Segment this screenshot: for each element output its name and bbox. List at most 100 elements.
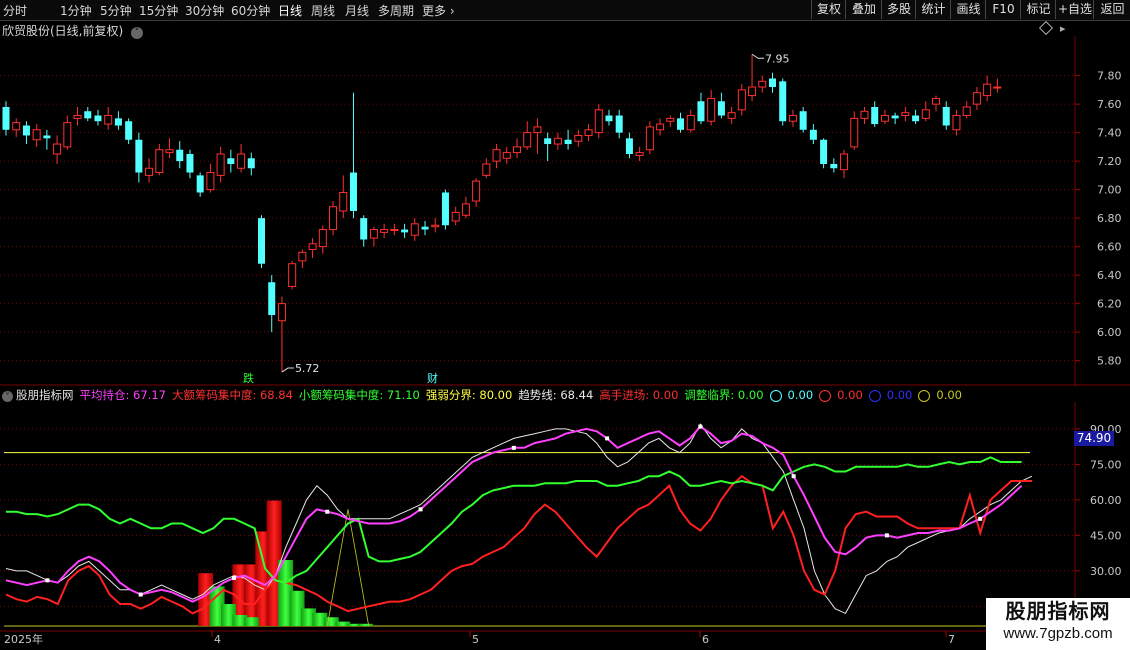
toolbar-button-1[interactable]: 叠加 — [845, 0, 882, 19]
candle-body-up — [513, 146, 521, 154]
toolbar-button-3[interactable]: 统计 — [915, 0, 951, 19]
ind-tick-label: 60.00 — [1090, 494, 1122, 507]
scroll-arrow-icon[interactable]: ▸ — [1060, 22, 1066, 35]
month-label: 4 — [214, 633, 221, 646]
period-tab-7[interactable]: 周线 — [311, 2, 335, 19]
period-tab-8[interactable]: 月线 — [345, 2, 369, 19]
candle-body-up — [145, 167, 154, 176]
candle-body-up — [277, 303, 286, 322]
ind-tick-label: 45.00 — [1090, 529, 1122, 542]
candle-body-up — [451, 211, 460, 222]
series-circle-icon — [918, 389, 931, 402]
candle-body-down — [779, 81, 787, 122]
candle-body-up — [104, 115, 113, 125]
candle-body-down — [769, 78, 776, 88]
candle-body-up — [390, 229, 399, 232]
candle-body-down — [84, 111, 92, 119]
period-tab-1[interactable]: 1分钟 — [60, 2, 92, 19]
month-label: 7 — [948, 633, 955, 646]
toolbar-button-6[interactable]: 标记 — [1020, 0, 1056, 19]
price-tick-label: 6.20 — [1097, 298, 1122, 311]
current-value-tag: 74.90 — [1074, 431, 1114, 446]
period-tab-3[interactable]: 15分钟 — [139, 2, 178, 19]
period-tab-2[interactable]: 5分钟 — [100, 2, 132, 19]
candle-body-down — [349, 172, 357, 211]
candle-body-up — [63, 122, 72, 148]
period-tab-4[interactable]: 30分钟 — [185, 2, 224, 19]
month-label: 6 — [702, 633, 709, 646]
candle-body-down — [871, 106, 879, 125]
toolbar-button-0[interactable]: 复权 — [811, 0, 846, 19]
low-price-label: 5.72 — [295, 362, 320, 375]
toolbar-button-5[interactable]: F10 — [985, 0, 1021, 19]
candle-body-up — [635, 152, 644, 156]
avg-marker — [138, 592, 143, 597]
period-tab-0[interactable]: 分时 — [3, 2, 27, 19]
period-toolbar: 分时 1分钟 5分钟 15分钟 30分钟 60分钟 日线 周线 月线 多周期 更多 › 复权 叠加 多股… — [0, 0, 1130, 21]
candle-body-up — [840, 153, 849, 171]
price-tick-label: 7.60 — [1097, 98, 1122, 111]
candle-body-up — [645, 126, 654, 151]
candle-body-down — [809, 129, 817, 140]
candle-body-up — [880, 115, 889, 122]
candle-body-up — [206, 172, 215, 191]
indicator-name[interactable]: 股朋指标网 — [16, 388, 74, 402]
toolbar-button-2[interactable]: 多股 — [881, 0, 916, 19]
candle-body-down — [625, 138, 633, 154]
price-tick-label: 6.60 — [1097, 241, 1122, 254]
signal-label-die: 跌 — [243, 371, 254, 385]
candle-body-down — [186, 154, 194, 173]
candle-body-up — [12, 122, 21, 131]
candle-body-up — [788, 115, 797, 122]
candle-body-down — [196, 175, 204, 193]
adjust-bar — [358, 623, 374, 626]
month-label: 5 — [472, 633, 479, 646]
avg-marker — [511, 445, 516, 450]
period-tab-10[interactable]: 更多 › — [422, 2, 455, 19]
candle-body-up — [308, 243, 317, 250]
candle-body-up — [53, 143, 62, 155]
candle-body-down — [360, 218, 368, 240]
candle-body-up — [472, 180, 481, 202]
candle-body-up — [962, 106, 971, 117]
candle-body-down — [891, 115, 899, 119]
candle-body-down — [820, 139, 828, 164]
candle-body-down — [605, 115, 613, 122]
toolbar-button-7[interactable]: +自选 — [1055, 0, 1094, 19]
year-label: 2025年 — [4, 632, 43, 646]
diamond-icon[interactable] — [1038, 20, 1054, 36]
candle-body-down — [94, 115, 102, 122]
period-tab-9[interactable]: 多周期 — [378, 2, 414, 19]
candle-body-down — [135, 139, 143, 173]
adjust-bar — [243, 617, 259, 626]
price-tick-label: 5.80 — [1097, 355, 1122, 368]
high-price-label: 7.95 — [765, 52, 790, 65]
candle-body-up — [972, 92, 981, 105]
toolbar-button-8[interactable]: 返回 — [1093, 0, 1130, 19]
gear-icon[interactable]: ˅ — [2, 391, 13, 402]
indicator-value-8: 0.00 — [819, 388, 863, 402]
indicator-chart[interactable]: 90.0075.0060.0045.0030.0015.002025年4567 — [0, 402, 1130, 650]
candle-body-up — [73, 115, 82, 119]
candle-body-up — [574, 134, 583, 142]
toolbar-button-4[interactable]: 画线 — [950, 0, 986, 19]
candle-body-down — [268, 282, 276, 316]
avg-marker — [978, 516, 983, 521]
price-tick-label: 6.80 — [1097, 212, 1122, 225]
candle-body-up — [748, 86, 757, 97]
candle-body-up — [502, 152, 511, 159]
candle-body-down — [401, 229, 409, 233]
period-tab-6[interactable]: 日线 — [278, 2, 302, 19]
period-tab-5[interactable]: 60分钟 — [231, 2, 270, 19]
price-tick-label: 6.00 — [1097, 326, 1122, 339]
candle-body-up — [369, 229, 378, 239]
indicator-header: ˅ 股朋指标网 平均持仓: 67.17 大额筹码集中度: 68.84 小额筹码集中度: … — [2, 387, 968, 403]
candlestick-chart[interactable]: 7.80 7.60 7.40 7.20 7.00 6.80 6.60 6.40 6.20 6.00… — [0, 36, 1130, 386]
series-circle-icon — [769, 389, 782, 402]
candle-body-down — [227, 158, 235, 164]
candle-body-down — [615, 115, 623, 133]
candle-body-up — [993, 86, 1002, 89]
candle-body-up — [32, 129, 41, 141]
large-chips-line — [5, 474, 1032, 615]
candle-body-up — [339, 191, 348, 212]
